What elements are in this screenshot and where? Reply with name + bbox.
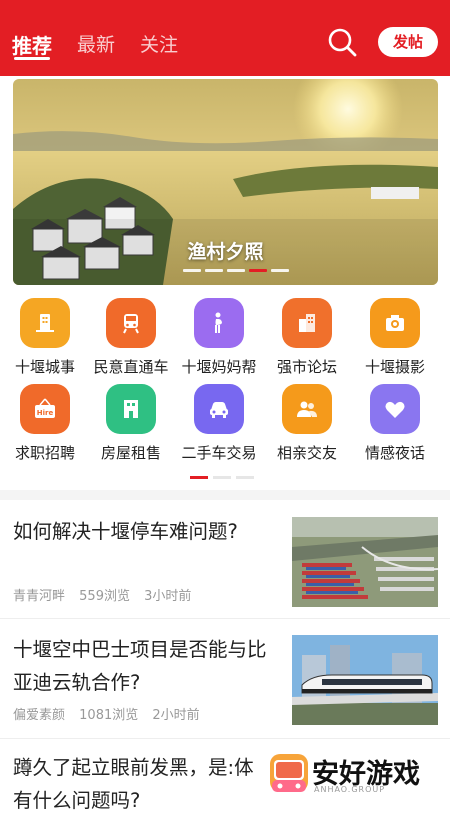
category-label: 民意直通车 [93, 358, 169, 376]
watermark-logo: 安好游戏 ANHAO.GROUP [264, 748, 450, 800]
car-icon [194, 384, 244, 434]
svg-text:Hire: Hire [37, 409, 54, 417]
news-author: 偏爱素颜 [13, 708, 66, 723]
train-icon [106, 298, 156, 348]
news-thumbnail[interactable] [292, 635, 438, 725]
banner-dot[interactable] [183, 269, 201, 272]
banner-pagination [183, 269, 293, 273]
post-button[interactable]: 发帖 [378, 27, 438, 57]
news-time: 2小时前 [152, 708, 200, 723]
camera-icon [370, 298, 420, 348]
section-divider [0, 490, 450, 500]
pregnant-woman-icon [194, 298, 244, 348]
heart-icon [370, 384, 420, 434]
category-label: 强市论坛 [276, 358, 337, 376]
house-icon [106, 384, 156, 434]
news-thumbnail[interactable] [292, 517, 438, 607]
divider [0, 738, 450, 739]
category-label: 情感夜话 [364, 444, 425, 462]
divider [0, 618, 450, 619]
banner-carousel[interactable]: 渔村夕照 [13, 79, 438, 285]
banner-dot[interactable] [227, 269, 245, 272]
news-time: 3小时前 [144, 589, 192, 604]
banner-dot[interactable] [271, 269, 289, 272]
news-views: 559浏览 [79, 589, 130, 604]
watermark-subtext: ANHAO.GROUP [314, 785, 386, 794]
building-icon [20, 298, 70, 348]
news-views: 1081浏览 [79, 708, 139, 723]
banner-dot-active[interactable] [249, 269, 267, 272]
category-page-indicator-active [190, 476, 208, 479]
category-page-indicator [213, 476, 231, 479]
people-icon [282, 384, 332, 434]
news-author: 青青河畔 [13, 589, 66, 604]
search-icon[interactable] [324, 24, 360, 60]
tab-recommended[interactable]: 推荐 [12, 30, 52, 59]
tab-following[interactable]: 关注 [140, 30, 178, 57]
news-meta: 偏爱素颜 1081浏览 2小时前 [13, 704, 210, 723]
category-label: 房屋租售 [100, 444, 161, 462]
category-page-indicator [236, 476, 254, 479]
active-tab-indicator [14, 57, 50, 60]
category-label: 十堰摄影 [364, 358, 425, 376]
news-title[interactable]: 如何解决十堰停车难问题? [13, 515, 278, 548]
news-meta: 青青河畔 559浏览 3小时前 [13, 585, 201, 604]
category-label: 十堰妈妈帮 [181, 358, 257, 376]
hire-sign-icon: Hire [20, 384, 70, 434]
news-title[interactable]: 十堰空中巴士项目是否能与比亚迪云轨合作? [13, 633, 278, 699]
banner-dot[interactable] [205, 269, 223, 272]
category-label: 二手车交易 [181, 444, 257, 462]
tab-latest[interactable]: 最新 [77, 30, 115, 57]
category-label: 相亲交友 [276, 444, 337, 462]
game-controller-icon [270, 754, 308, 792]
news-title[interactable]: 蹲久了起立眼前发黑，是:体有什么问题吗? [13, 751, 263, 817]
office-icon [282, 298, 332, 348]
banner-title: 渔村夕照 [187, 241, 264, 263]
top-bar: 推荐 最新 关注 发帖 [0, 0, 450, 76]
